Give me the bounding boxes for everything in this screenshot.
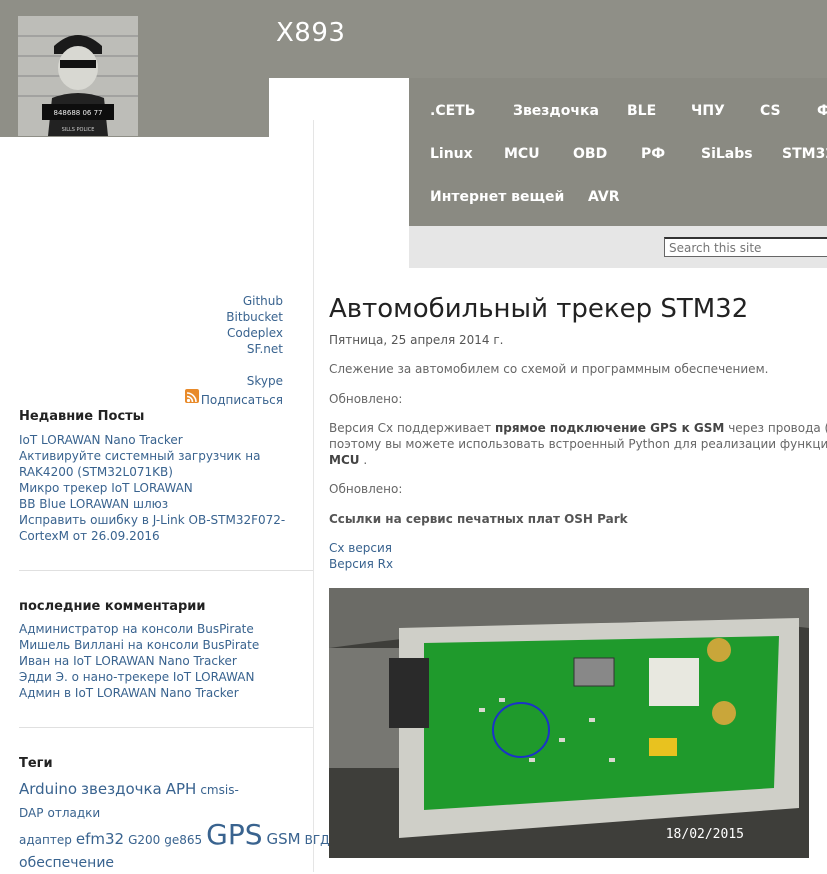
tag-link[interactable]: GPS — [206, 818, 262, 851]
tag-cloud: Arduino звездочка APH cmsis-DAP отладки адап… — [19, 778, 682, 874]
pcb-illustration: 18/02/2015 — [329, 588, 809, 858]
post-title[interactable]: Автомобильный трекер STM32 — [329, 294, 748, 324]
nav-item-rf[interactable]: РФ — [641, 146, 665, 162]
nav-item-cs[interactable]: CS — [760, 103, 781, 119]
search-input[interactable] — [664, 237, 827, 257]
recent-post-item[interactable]: IoT LORAWAN Nano Tracker — [19, 432, 312, 448]
tag-link[interactable]: ВГД — [305, 833, 330, 847]
nav-item-iot[interactable]: Интернет вещей — [430, 189, 564, 205]
recent-post-item[interactable]: Микро трекер IoT LORAWAN — [19, 480, 312, 496]
site-title[interactable]: X893 — [276, 18, 345, 48]
nav-item-linux[interactable]: Linux — [430, 146, 473, 162]
sidebar-separator — [19, 727, 313, 728]
sidebar-divider — [313, 120, 314, 872]
tags-heading: Теги — [19, 756, 53, 771]
tracker-photo[interactable]: 18/02/2015 — [329, 588, 809, 858]
skype-link[interactable]: Skype — [247, 374, 283, 388]
recent-comments-list: Администратор на консоли BusPirate Мишел… — [19, 621, 312, 701]
sidebar-separator — [19, 570, 313, 571]
recent-post-item[interactable]: Активируйте системный загрузчик на RAK42… — [19, 448, 312, 480]
nav-item-silabs[interactable]: SiLabs — [701, 146, 753, 162]
nav-item-avr[interactable]: AVR — [588, 189, 620, 205]
nav-item-net[interactable]: .СЕТЬ — [430, 103, 475, 119]
tag-link[interactable]: звездочка — [81, 780, 162, 798]
comment-item[interactable]: Эдди Э. о нано-трекере IoT LORAWAN — [19, 669, 312, 685]
tag-link[interactable]: GSM — [267, 830, 301, 848]
osh-park-heading: Ссылки на сервис печатных плат OSH Park — [329, 512, 628, 526]
bitbucket-link[interactable]: Bitbucket — [226, 310, 283, 324]
post-updated: Обновлено: — [329, 392, 403, 406]
nav-item-f[interactable]: Ф — [817, 103, 827, 119]
rss-icon[interactable] — [185, 389, 199, 403]
tag-link[interactable]: G200 — [128, 833, 160, 847]
photo-date-stamp: 18/02/2015 — [666, 827, 744, 842]
comment-item[interactable]: Мишель Вилланi на консоли BusPirate — [19, 637, 312, 653]
github-link[interactable]: Github — [243, 294, 283, 308]
post-date: Пятница, 25 апреля 2014 г. — [329, 333, 504, 347]
tag-link[interactable]: APH — [166, 780, 197, 798]
sfnet-link[interactable]: SF.net — [247, 342, 283, 356]
nav-item-mcu[interactable]: MCU — [504, 146, 540, 162]
post-updated: Обновлено: — [329, 482, 403, 496]
post-paragraph-line3: MCU . — [329, 453, 368, 467]
avatar-plate-sub: SILLS POLICE — [62, 127, 95, 133]
codeplex-link[interactable]: Codeplex — [227, 326, 283, 340]
recent-post-item[interactable]: BB Blue LORAWAN шлюз — [19, 496, 312, 512]
avatar[interactable]: 848688 06 77 SILLS POLICE — [18, 16, 138, 136]
nav-item-stm32[interactable]: STM32 — [782, 146, 827, 162]
nav-item-obd[interactable]: OBD — [573, 146, 607, 162]
tag-link[interactable]: efm32 — [76, 830, 124, 848]
tag-link[interactable]: ge865 — [164, 833, 202, 847]
recent-posts-heading: Недавние Посты — [19, 409, 145, 424]
recent-post-item[interactable]: Исправить ошибку в J-Link OB-STM32F072-C… — [19, 512, 289, 544]
avatar-plate-text: 848688 06 77 — [54, 109, 103, 117]
nav-item-cnc[interactable]: ЧПУ — [691, 103, 725, 119]
comment-item[interactable]: Админ в IoT LORAWAN Nano Tracker — [19, 685, 312, 701]
rx-version-link[interactable]: Версия Rx — [329, 557, 393, 571]
nav-item-ble[interactable]: BLE — [627, 103, 656, 119]
comment-item[interactable]: Иван на IoT LORAWAN Nano Tracker — [19, 653, 312, 669]
recent-posts-list: IoT LORAWAN Nano Tracker Активируйте сис… — [19, 432, 312, 544]
subscribe-link[interactable]: Подписаться — [201, 393, 283, 407]
comment-item[interactable]: Администратор на консоли BusPirate — [19, 621, 312, 637]
post-paragraph-line2: поэтому вы можете использовать встроенны… — [329, 437, 827, 451]
avatar-illustration: 848688 06 77 SILLS POLICE — [18, 16, 138, 136]
recent-comments-heading: последние комментарии — [19, 599, 206, 614]
tag-link[interactable]: Arduino — [19, 780, 77, 798]
nav-item-star[interactable]: Звездочка — [513, 103, 599, 119]
post-intro: Слежение за автомобилем со схемой и прог… — [329, 362, 769, 376]
post-paragraph-line1: Версия Сх поддерживает прямое подключени… — [329, 421, 827, 435]
cx-version-link[interactable]: Сх версия — [329, 541, 392, 555]
